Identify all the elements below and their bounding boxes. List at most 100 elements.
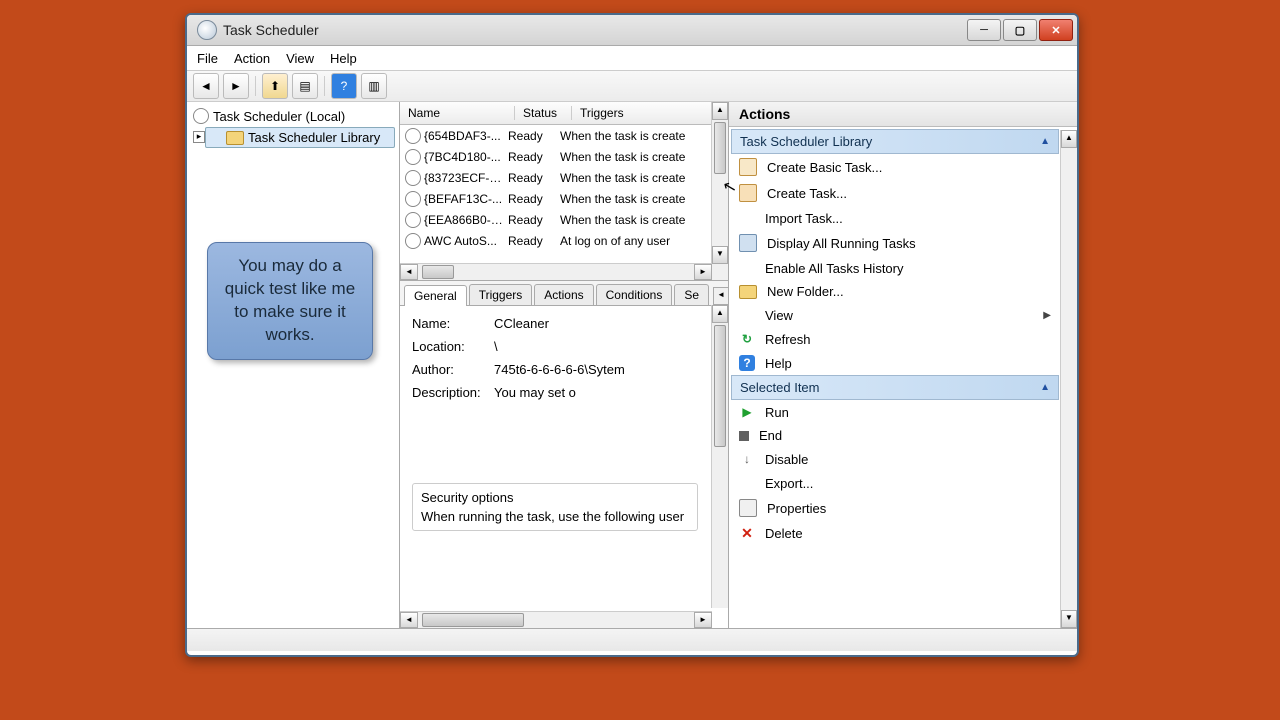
author-label: Author: (412, 362, 494, 377)
section-library-label: Task Scheduler Library (740, 134, 872, 149)
tree-root-node[interactable]: Task Scheduler (Local) (191, 106, 395, 126)
menu-action[interactable]: Action (234, 51, 270, 66)
tab-actions[interactable]: Actions (534, 284, 593, 305)
scroll-up-icon[interactable]: ▲ (712, 305, 728, 323)
menu-view[interactable]: View (286, 51, 314, 66)
clock-icon (405, 212, 421, 228)
list-body: {654BDAF3-...ReadyWhen the task is creat… (400, 125, 728, 251)
maximize-button[interactable]: ▢ (1003, 19, 1037, 41)
folder-icon (226, 131, 244, 145)
close-button[interactable]: ✕ (1039, 19, 1073, 41)
tab-scroll-left-icon[interactable]: ◄ (713, 287, 728, 305)
security-heading: Security options (421, 490, 689, 505)
table-row[interactable]: {EEA866B0-1...ReadyWhen the task is crea… (400, 209, 728, 230)
tree-root-label: Task Scheduler (Local) (213, 109, 345, 124)
actions-title: Actions (729, 102, 1077, 127)
menu-file[interactable]: File (197, 51, 218, 66)
scroll-up-icon[interactable]: ▲ (1061, 130, 1077, 148)
disable-icon: ↓ (739, 451, 755, 467)
scroll-down-icon[interactable]: ▼ (1061, 610, 1077, 628)
column-status[interactable]: Status (515, 106, 572, 120)
properties-button[interactable]: ▥ (361, 73, 387, 99)
action-export[interactable]: Export... (731, 471, 1059, 495)
scroll-up-icon[interactable]: ▲ (712, 102, 728, 120)
tree-expand-icon[interactable]: ▸ (193, 131, 205, 143)
scroll-thumb[interactable] (714, 122, 726, 174)
display-icon (739, 234, 757, 252)
column-triggers[interactable]: Triggers (572, 106, 728, 120)
menu-help[interactable]: Help (330, 51, 357, 66)
action-refresh[interactable]: ↻Refresh (731, 327, 1059, 351)
navigation-tree: Task Scheduler (Local) ▸ Task Scheduler … (187, 102, 400, 628)
menubar: File Action View Help (187, 46, 1077, 71)
tab-general[interactable]: General (404, 285, 467, 306)
delete-icon: ✕ (739, 525, 755, 541)
action-create-task[interactable]: Create Task... (731, 180, 1059, 206)
toolbar: ◄ ► ⬆ ▤ ? ▥ (187, 71, 1077, 102)
security-text: When running the task, use the following… (421, 509, 689, 524)
up-button[interactable]: ⬆ (262, 73, 288, 99)
tab-settings[interactable]: Se (674, 284, 709, 305)
back-button[interactable]: ◄ (193, 73, 219, 99)
minimize-button[interactable]: ─ (967, 19, 1001, 41)
section-selected-label: Selected Item (740, 380, 820, 395)
tree-library-node[interactable]: Task Scheduler Library (205, 127, 395, 148)
description-label: Description: (412, 385, 494, 400)
table-row[interactable]: {BEFAF13C-...ReadyWhen the task is creat… (400, 188, 728, 209)
action-display-running[interactable]: Display All Running Tasks (731, 230, 1059, 256)
action-enable-history[interactable]: Enable All Tasks History (731, 256, 1059, 280)
tab-conditions[interactable]: Conditions (596, 284, 673, 305)
action-disable[interactable]: ↓Disable (731, 447, 1059, 471)
action-delete[interactable]: ✕Delete (731, 521, 1059, 545)
show-hide-button[interactable]: ▤ (292, 73, 318, 99)
folder-icon (739, 285, 757, 299)
clock-icon (405, 233, 421, 249)
scroll-down-icon[interactable]: ▼ (712, 246, 728, 264)
section-library-header[interactable]: Task Scheduler Library ▲ (731, 129, 1059, 154)
section-selected-header[interactable]: Selected Item ▲ (731, 375, 1059, 400)
action-end[interactable]: End (731, 424, 1059, 447)
detail-body: Name: CCleaner Location: \ Author: 745t6… (400, 306, 728, 586)
details-horizontal-scrollbar[interactable]: ◄ ► (400, 611, 712, 628)
action-create-basic-task[interactable]: Create Basic Task... (731, 154, 1059, 180)
name-value: CCleaner (494, 316, 698, 331)
blank-icon (739, 307, 755, 323)
column-name[interactable]: Name (400, 106, 515, 120)
scroll-left-icon[interactable]: ◄ (400, 612, 418, 628)
action-view[interactable]: View▶ (731, 303, 1059, 327)
description-value: You may set o (494, 385, 698, 475)
list-vertical-scrollbar[interactable]: ▲ ▼ (711, 102, 728, 280)
actions-panel: Actions Task Scheduler Library ▲ Create … (729, 102, 1077, 628)
tab-triggers[interactable]: Triggers (469, 284, 533, 305)
scroll-right-icon[interactable]: ► (694, 264, 712, 280)
name-label: Name: (412, 316, 494, 331)
scroll-left-icon[interactable]: ◄ (400, 264, 418, 280)
clock-icon (405, 170, 421, 186)
info-callout: You may do a quick test like me to make … (207, 242, 373, 360)
action-properties[interactable]: Properties (731, 495, 1059, 521)
scroll-thumb[interactable] (422, 265, 454, 279)
table-row[interactable]: {83723ECF-5...ReadyWhen the task is crea… (400, 167, 728, 188)
middle-panel: Name Status Triggers {654BDAF3-...ReadyW… (400, 102, 729, 628)
help-icon: ? (739, 355, 755, 371)
forward-button[interactable]: ► (223, 73, 249, 99)
help-button[interactable]: ? (331, 73, 357, 99)
action-new-folder[interactable]: New Folder... (731, 280, 1059, 303)
details-vertical-scrollbar[interactable]: ▲ (711, 305, 728, 608)
action-import-task[interactable]: Import Task... (731, 206, 1059, 230)
action-help[interactable]: ?Help (731, 351, 1059, 375)
actions-vertical-scrollbar[interactable]: ▲ ▼ (1060, 130, 1077, 628)
submenu-arrow-icon: ▶ (1043, 310, 1051, 321)
scroll-right-icon[interactable]: ► (694, 612, 712, 628)
list-horizontal-scrollbar[interactable]: ◄ ► (400, 263, 712, 280)
blank-icon (739, 210, 755, 226)
table-row[interactable]: {7BC4D180-...ReadyWhen the task is creat… (400, 146, 728, 167)
properties-icon (739, 499, 757, 517)
table-row[interactable]: AWC AutoS...ReadyAt log on of any user (400, 230, 728, 251)
table-row[interactable]: {654BDAF3-...ReadyWhen the task is creat… (400, 125, 728, 146)
clock-icon (405, 149, 421, 165)
action-run[interactable]: ▶Run (731, 400, 1059, 424)
details-panel: General Triggers Actions Conditions Se ◄… (400, 281, 728, 628)
scroll-thumb[interactable] (422, 613, 524, 627)
scroll-thumb[interactable] (714, 325, 726, 447)
